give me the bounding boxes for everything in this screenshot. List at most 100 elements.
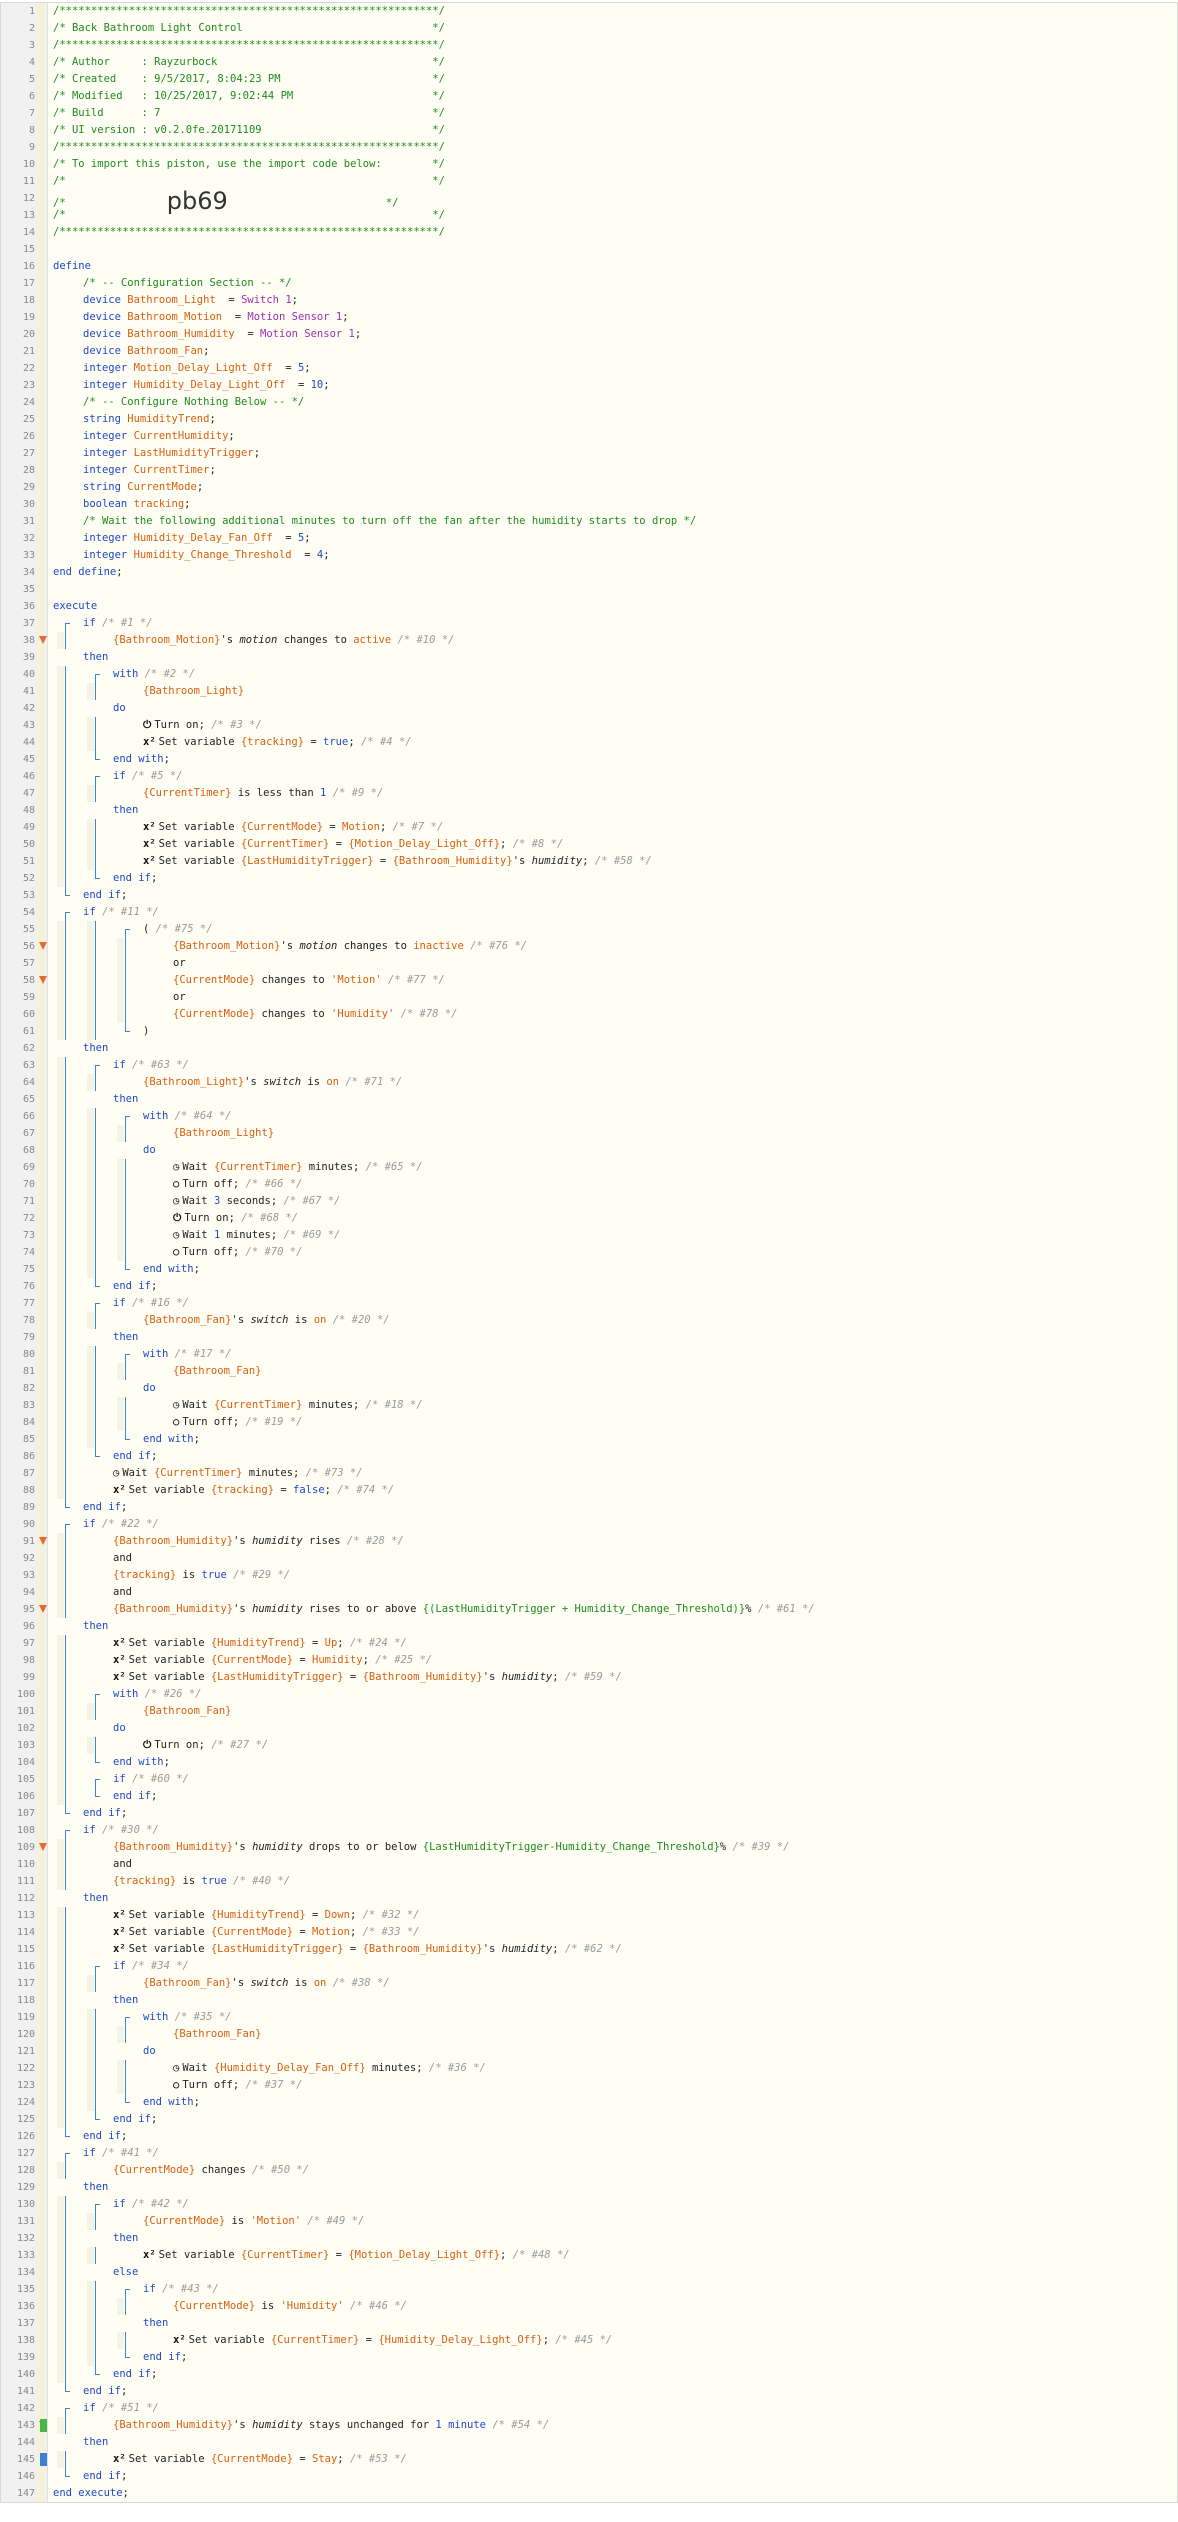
code-token: {Motion_Delay_Light_Off} [348,2249,501,2261]
line-number: 55 [22,924,35,935]
line-number: 44 [22,737,35,748]
indent-guide [65,1193,66,1210]
code-line: 142 if /* #51 */ [1,2400,1177,2417]
indent-band [57,2451,64,2468]
line-content: string CurrentMode; [83,479,203,496]
code-line: 31 /* Wait the following additional minut… [1,513,1177,530]
code-token: ; [203,345,210,357]
line-number: 74 [22,1247,35,1258]
code-token: = [272,362,298,374]
line-content: if /* #60 */ [113,1771,189,1788]
line-content: {Bathroom_Light} [143,683,244,700]
indent-guide [95,1108,96,1125]
indent-guide [65,1907,66,1924]
indent-guide [65,853,66,870]
line-content: ◷ Wait {CurrentTimer} minutes; /* #73 */ [113,1465,363,1482]
indent-guide [65,1006,66,1023]
line-content: /* */ [53,173,445,190]
code-token: end define [53,566,117,578]
indent-guide [65,1924,66,1941]
indent-band [57,836,64,853]
indent-band [57,2366,64,2383]
line-content: /* Back Bathroom Light Control */ [53,20,445,37]
code-token: then [113,2232,139,2244]
code-line: 73 ◷ Wait 1 minutes; /* #69 */ [1,1227,1177,1244]
code-line: 145 x² Set variable {CurrentMode} = Stay; … [1,2451,1177,2468]
line-number: 38 [22,635,35,646]
code-token: /***************************************… [53,39,445,51]
line-content: then [113,802,138,819]
code-token: = [323,821,342,833]
line-content: end if; [83,1499,127,1516]
line-content: end if; [83,1805,127,1822]
code-token: 1 minute [435,2419,486,2431]
code-token: if [113,2198,132,2210]
code-token: switch [250,1314,289,1326]
code-line: 94 and [1,1584,1177,1601]
line-number: 58 [22,975,35,986]
code-line: 129 then [1,2179,1177,2196]
code-token: or [173,991,186,1003]
code-token: {Humidity_Delay_Fan_Off} [213,2062,366,2074]
code-token: ; [150,2368,158,2380]
indent-band [87,785,94,802]
indent-band [57,1482,64,1499]
code-token: Motion Sensor 1 [260,328,355,340]
statement-icon: x² [113,1671,126,1683]
line-content: /***************************************… [53,139,445,156]
code-token: rises [302,1535,347,1547]
indent-guide [95,1159,96,1176]
code-token: ; [500,838,513,850]
indent-guide [65,1567,66,1584]
code-token: /* #73 */ [305,1467,363,1479]
code-token: switch [263,1076,302,1088]
code-token: Wait [182,1195,214,1207]
indent-band [57,1839,64,1856]
lightning-bolt-icon [39,1605,47,1613]
indent-band [87,1074,94,1091]
code-token: /* #67 */ [283,1195,341,1207]
code-token: on [313,1314,327,1326]
indent-guide [125,1244,126,1261]
indent-guide [65,1771,66,1788]
line-number: 49 [22,822,35,833]
indent-guide [65,989,66,1006]
indent-band [57,2264,64,2281]
indent-band [57,1397,64,1414]
line-number: 41 [22,686,35,697]
line-number: 106 [16,1791,35,1802]
code-token: = [305,1637,325,1649]
code-token: then [83,651,109,663]
code-token: /* -- Configure Nothing Below -- */ [83,396,305,408]
line-content: {CurrentMode} changes to 'Motion' /* #77… [173,972,445,989]
line-number: 79 [22,1332,35,1343]
indent-guide [125,2077,126,2094]
code-line: 112 then [1,1890,1177,1907]
indent-band [57,1584,64,1601]
line-number: 119 [16,2012,35,2023]
indent-band [57,683,64,700]
indent-band [117,2060,124,2077]
code-token: = [293,1926,312,1938]
condition-true-marker [40,2419,47,2432]
indent-guide [95,1210,96,1227]
line-content: do [143,1380,156,1397]
indent-band [57,1686,64,1703]
code-line: 122 ◷ Wait {Humidity_Delay_Fan_Off} minute… [1,2060,1177,2077]
code-token: ; [500,2249,513,2261]
code-token: /***************************************… [53,5,445,17]
indent-band [57,1669,64,1686]
indent-guide [95,938,96,955]
code-token: {CurrentMode} [173,1008,256,1020]
code-token: Switch 1 [241,294,292,306]
indent-band [87,1397,94,1414]
block-guide [125,1261,126,1270]
code-token: Down [324,1909,350,1921]
code-token: % [745,1603,758,1615]
block-guide [95,1303,96,1312]
indent-band [57,666,64,683]
code-line: 64 {Bathroom_Light}'s switch is on /* #71… [1,1074,1177,1091]
code-token: {Bathroom_Humidity} [362,1943,483,1955]
code-token: = [274,1484,294,1496]
indent-band [87,2332,94,2349]
